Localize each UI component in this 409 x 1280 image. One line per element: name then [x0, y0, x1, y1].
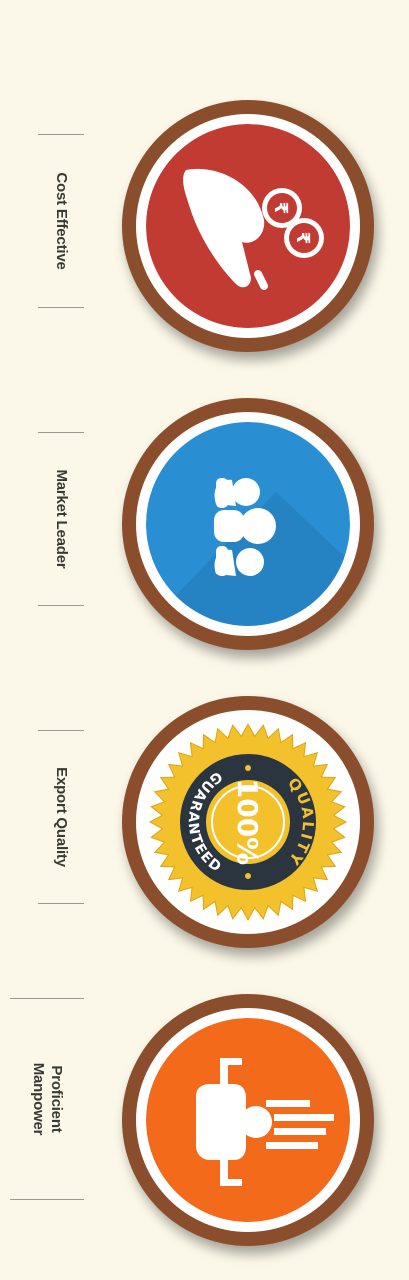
feature-label: Export Quality — [53, 767, 70, 867]
feature-label-box: Market Leader — [38, 432, 84, 606]
feature-proficient-manpower: Proficient Manpower — [0, 986, 409, 1246]
seal-center-text: 100% — [231, 779, 264, 866]
svg-text:₹: ₹ — [292, 232, 313, 245]
badge — [122, 398, 374, 650]
feature-label-box: Proficient Manpower — [10, 998, 84, 1200]
feature-label-box: Cost Effective — [38, 134, 84, 308]
badge: QUALITY GUARANTEED 100% — [122, 696, 374, 948]
quality-seal-icon: QUALITY GUARANTEED 100% — [146, 720, 350, 924]
feature-label-box: Export Quality — [38, 730, 84, 904]
feature-cost-effective: Cost Effective ₹ ₹ — [0, 92, 409, 352]
feature-market-leader: Market Leader — [0, 390, 409, 650]
hand-coins-icon: ₹ ₹ — [146, 124, 350, 328]
feature-label: Market Leader — [53, 469, 70, 569]
badge — [122, 994, 374, 1246]
leader-people-icon — [146, 422, 350, 626]
feature-label: Proficient Manpower — [30, 1062, 65, 1136]
presenter-icon — [146, 1018, 350, 1222]
feature-export-quality: Export Quality QUALITY GUARANTEED 100% — [0, 688, 409, 948]
badge: ₹ ₹ — [122, 100, 374, 352]
feature-label: Cost Effective — [53, 172, 70, 270]
svg-text:₹: ₹ — [270, 202, 291, 215]
